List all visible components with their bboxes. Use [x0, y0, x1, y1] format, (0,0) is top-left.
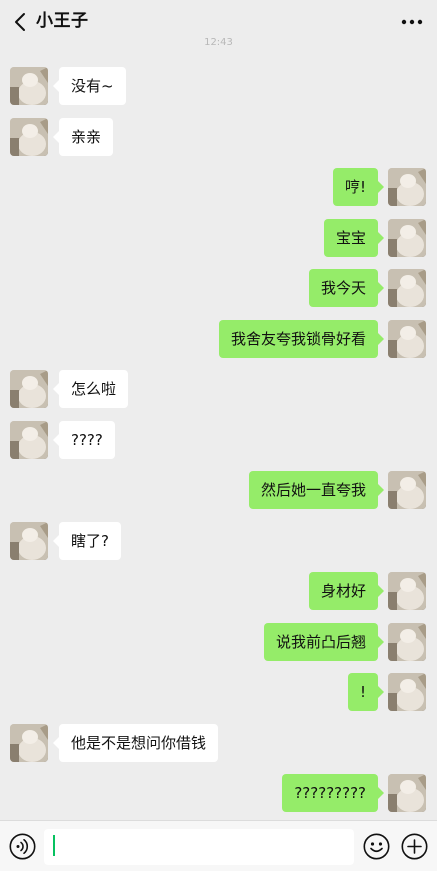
- outgoing-message-bubble[interactable]: 然后她一直夸我: [248, 471, 385, 509]
- message-row: 我舍友夸我锁骨好看: [0, 320, 437, 360]
- outgoing-message-bubble[interactable]: ?????????: [282, 774, 384, 812]
- outgoing-message-bubble[interactable]: 我舍友夸我锁骨好看: [218, 320, 385, 358]
- outgoing-message-bubble[interactable]: 我今天: [308, 269, 385, 307]
- incoming-message-bubble[interactable]: 亲亲: [52, 118, 114, 156]
- message-timestamp: 12:43: [204, 38, 233, 48]
- incoming-message-bubble[interactable]: ????: [53, 421, 115, 459]
- chat-title: 小王子: [36, 11, 89, 31]
- message-row: !: [0, 673, 437, 713]
- my-avatar[interactable]: [388, 219, 426, 257]
- contact-avatar[interactable]: [10, 118, 48, 156]
- message-row: 哼!: [0, 168, 437, 208]
- back-button[interactable]: [6, 6, 34, 38]
- my-avatar[interactable]: [388, 471, 426, 509]
- my-avatar[interactable]: [388, 269, 426, 307]
- message-row: 然后她一直夸我: [0, 471, 437, 511]
- voice-icon[interactable]: [9, 833, 36, 860]
- message-row: 宝宝: [0, 219, 437, 259]
- message-row: 瞎了?: [0, 522, 437, 562]
- outgoing-message-bubble[interactable]: 宝宝: [323, 219, 385, 257]
- incoming-message-bubble[interactable]: 他是不是想问你借钱: [52, 724, 219, 762]
- outgoing-message-bubble[interactable]: !: [347, 673, 385, 711]
- plus-circle-icon[interactable]: [401, 833, 428, 860]
- incoming-message-bubble[interactable]: 瞎了?: [53, 522, 121, 560]
- my-avatar[interactable]: [388, 623, 426, 661]
- my-avatar[interactable]: [388, 320, 426, 358]
- more-button[interactable]: [399, 10, 425, 34]
- chevron-left-icon: [15, 13, 25, 31]
- my-avatar[interactable]: [388, 673, 426, 711]
- incoming-message-bubble[interactable]: 怎么啦: [52, 370, 129, 408]
- message-row: 说我前凸后翘: [0, 623, 437, 663]
- message-row: 怎么啦: [0, 370, 437, 410]
- contact-avatar[interactable]: [10, 421, 48, 459]
- contact-avatar[interactable]: [10, 67, 48, 105]
- outgoing-message-bubble[interactable]: 身材好: [308, 572, 385, 610]
- message-input[interactable]: [44, 829, 354, 865]
- incoming-message-bubble[interactable]: 没有~: [53, 67, 126, 105]
- more-horizontal-icon: [401, 19, 423, 25]
- my-avatar[interactable]: [388, 168, 426, 206]
- message-row: ?????????: [0, 774, 437, 814]
- my-avatar[interactable]: [388, 572, 426, 610]
- my-avatar[interactable]: [388, 774, 426, 812]
- contact-avatar[interactable]: [10, 724, 48, 762]
- contact-avatar[interactable]: [10, 370, 48, 408]
- outgoing-message-bubble[interactable]: 哼!: [332, 168, 385, 206]
- contact-avatar[interactable]: [10, 522, 48, 560]
- message-row: 我今天: [0, 269, 437, 309]
- message-row: 没有~: [0, 67, 437, 107]
- emoji-icon[interactable]: [363, 833, 390, 860]
- message-row: 他是不是想问你借钱: [0, 724, 437, 764]
- outgoing-message-bubble[interactable]: 说我前凸后翘: [263, 623, 385, 661]
- message-row: 亲亲: [0, 118, 437, 158]
- text-cursor: [53, 835, 55, 856]
- input-bar: [0, 820, 437, 871]
- message-row: 身材好: [0, 572, 437, 612]
- message-row: ????: [0, 421, 437, 461]
